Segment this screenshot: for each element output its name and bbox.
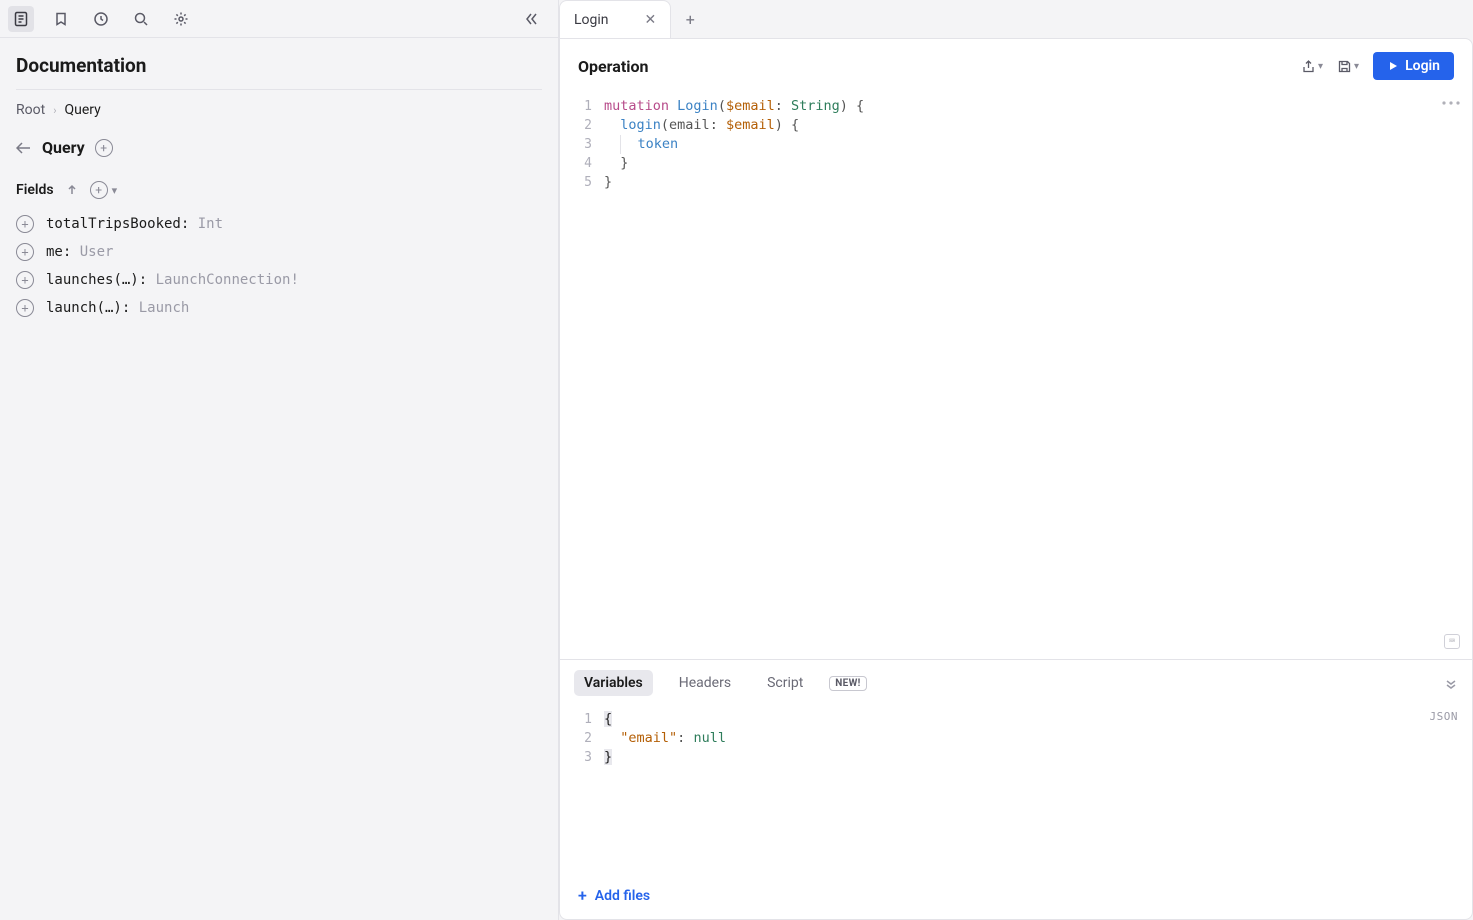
more-icon[interactable] [1442,101,1460,105]
add-type-button[interactable]: + [95,139,113,157]
operation-header: Operation ▾ ▾ Login [560,39,1472,93]
add-files-label: Add files [595,888,650,904]
plus-icon: + [578,886,587,905]
var-code-area[interactable]: { "email": null } [604,706,1472,872]
field-item[interactable]: + launches(…): LaunchConnection! [16,271,542,289]
main: Login ✕ + Operation ▾ ▾ Login [559,0,1473,920]
operation-panel: Operation ▾ ▾ Login 1 2 3 [559,38,1473,920]
json-badge: JSON [1430,710,1459,723]
variables-editor[interactable]: 1 2 3 { "email": null } JSON [560,706,1472,872]
operation-title: Operation [578,57,648,76]
sidebar-toolbar [0,0,558,38]
bookmark-icon[interactable] [48,6,74,32]
breadcrumbs: Root › Query [16,102,542,118]
field-item[interactable]: + totalTripsBooked: Int [16,215,542,233]
add-to-query-icon[interactable]: + [16,215,34,233]
add-field-button[interactable]: + [90,181,108,199]
type-name: Query [42,138,85,157]
operation-editor[interactable]: 1 2 3 4 5 mutation Login($email: String)… [560,93,1472,659]
fields-header: Fields + ▾ [16,181,542,199]
chevron-down-icon[interactable]: ▾ [112,184,118,197]
tab-variables[interactable]: Variables [574,670,653,696]
back-arrow-icon[interactable] [16,142,32,154]
search-icon[interactable] [128,6,154,32]
collapse-bottom-icon[interactable] [1444,676,1458,690]
run-button-label: Login [1405,58,1440,74]
field-name: totalTripsBooked [46,216,181,232]
add-files-button[interactable]: + Add files [560,872,1472,919]
code-area[interactable]: mutation Login($email: String) { login(e… [604,93,1472,659]
share-icon[interactable]: ▾ [1301,59,1323,74]
new-badge: NEW! [829,676,866,691]
field-name: launch [46,300,97,316]
operation-actions: ▾ ▾ Login [1301,52,1454,80]
field-type: LaunchConnection! [156,272,299,288]
collapse-sidebar-icon[interactable] [518,6,544,32]
field-name: me [46,244,63,260]
add-to-query-icon[interactable]: + [16,243,34,261]
close-tab-icon[interactable]: ✕ [645,12,657,28]
tab-bar: Login ✕ + [559,0,1473,38]
run-button[interactable]: Login [1373,52,1454,80]
bottom-panel: Variables Headers Script NEW! 1 2 3 { [560,659,1472,919]
fields-label: Fields [16,182,54,198]
breadcrumb-root[interactable]: Root [16,102,45,118]
chevron-right-icon: › [53,104,56,117]
new-tab-button[interactable]: + [671,0,709,38]
sidebar-body: Documentation Root › Query Query + Field… [0,38,558,333]
tab-login[interactable]: Login ✕ [559,0,671,38]
tab-script[interactable]: Script [757,670,813,696]
documentation-title: Documentation [16,54,542,77]
field-type: Int [198,216,223,232]
field-type: Launch [139,300,190,316]
keyboard-icon[interactable]: ⌨ [1444,634,1460,649]
tab-label: Login [574,12,609,28]
add-to-query-icon[interactable]: + [16,271,34,289]
line-gutter: 1 2 3 4 5 [560,93,604,659]
field-item[interactable]: + launch(…): Launch [16,299,542,317]
add-to-query-icon[interactable]: + [16,299,34,317]
collapse-fields-icon[interactable] [66,184,78,196]
field-list: + totalTripsBooked: Int + me: User + lau… [16,215,542,317]
sidebar: Documentation Root › Query Query + Field… [0,0,559,920]
field-item[interactable]: + me: User [16,243,542,261]
breadcrumb-current: Query [65,102,101,118]
type-header: Query + [16,138,542,157]
history-icon[interactable] [88,6,114,32]
docs-icon[interactable] [8,6,34,32]
field-type: User [80,244,114,260]
save-icon[interactable]: ▾ [1337,59,1359,74]
bottom-tabs: Variables Headers Script NEW! [560,660,1472,706]
tab-headers[interactable]: Headers [669,670,741,696]
var-line-gutter: 1 2 3 [560,706,604,872]
divider [16,89,542,90]
field-name: launches [46,272,113,288]
settings-icon[interactable] [168,6,194,32]
